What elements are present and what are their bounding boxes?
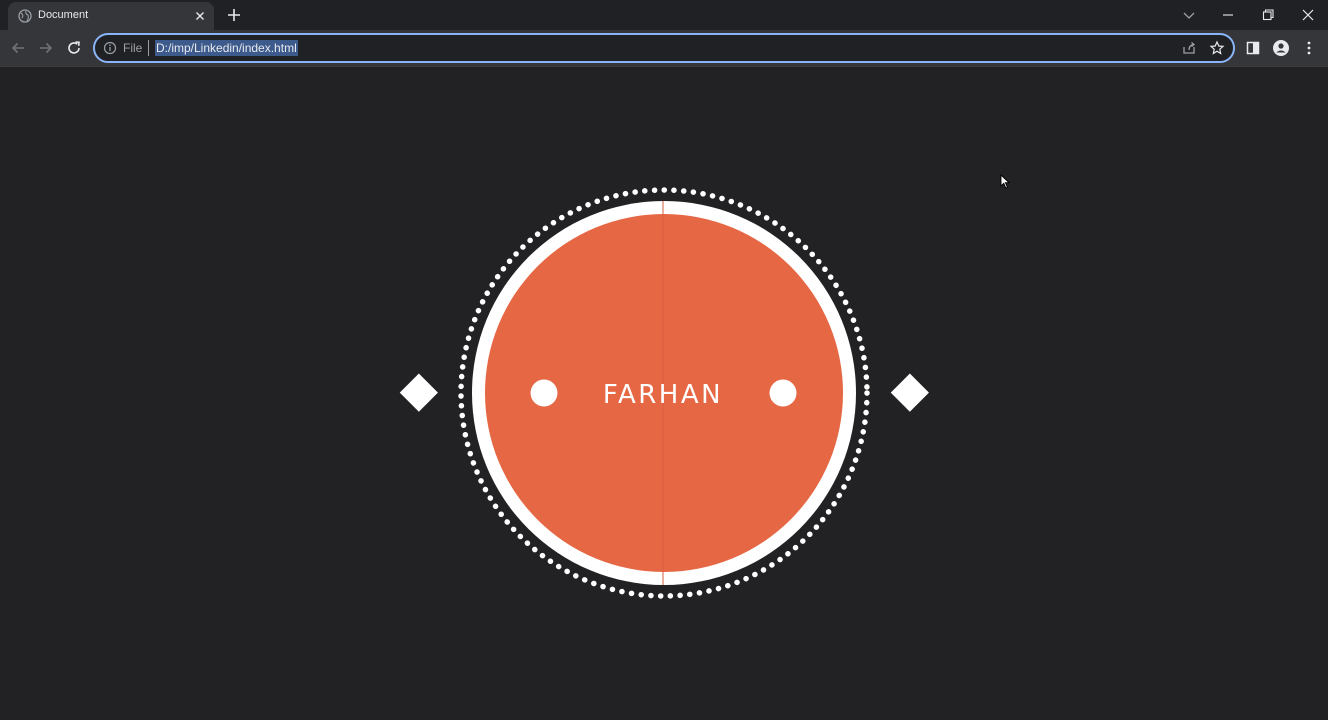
globe-icon	[18, 9, 32, 23]
back-icon[interactable]	[9, 39, 27, 57]
page-content: FARHAN	[0, 67, 1328, 720]
tab-close-icon[interactable]	[192, 8, 208, 24]
restore-icon[interactable]	[1259, 6, 1277, 24]
name-emblem: FARHAN	[399, 187, 929, 599]
new-tab-icon[interactable]	[225, 6, 243, 24]
menu-icon[interactable]	[1300, 39, 1318, 57]
left-dot	[530, 379, 558, 407]
browser-toolbar: File D:/imp/Linkedin/index.html	[0, 30, 1328, 67]
name-text: FARHAN	[603, 380, 723, 410]
tab-title: Document	[38, 9, 89, 21]
right-dot	[769, 379, 797, 407]
left-diamond	[399, 373, 438, 412]
url-scheme-label: File	[123, 41, 143, 55]
side-panel-icon[interactable]	[1244, 39, 1262, 57]
tab-document[interactable]: Document	[8, 2, 214, 30]
info-icon[interactable]	[103, 41, 117, 55]
omnibox-separator	[148, 40, 149, 56]
tab-strip: Document	[0, 0, 1328, 30]
profile-icon[interactable]	[1272, 39, 1290, 57]
star-icon[interactable]	[1209, 40, 1225, 56]
minimize-icon[interactable]	[1219, 6, 1237, 24]
tab-search-icon[interactable]	[1180, 6, 1198, 24]
url-text[interactable]: D:/imp/Linkedin/index.html	[155, 40, 298, 56]
share-icon[interactable]	[1181, 40, 1197, 56]
close-window-icon[interactable]	[1299, 6, 1317, 24]
reload-icon[interactable]	[65, 39, 83, 57]
right-diamond	[890, 373, 929, 412]
forward-icon[interactable]	[37, 39, 55, 57]
mouse-cursor-icon	[1000, 174, 1010, 189]
address-bar[interactable]: File D:/imp/Linkedin/index.html	[93, 33, 1235, 63]
